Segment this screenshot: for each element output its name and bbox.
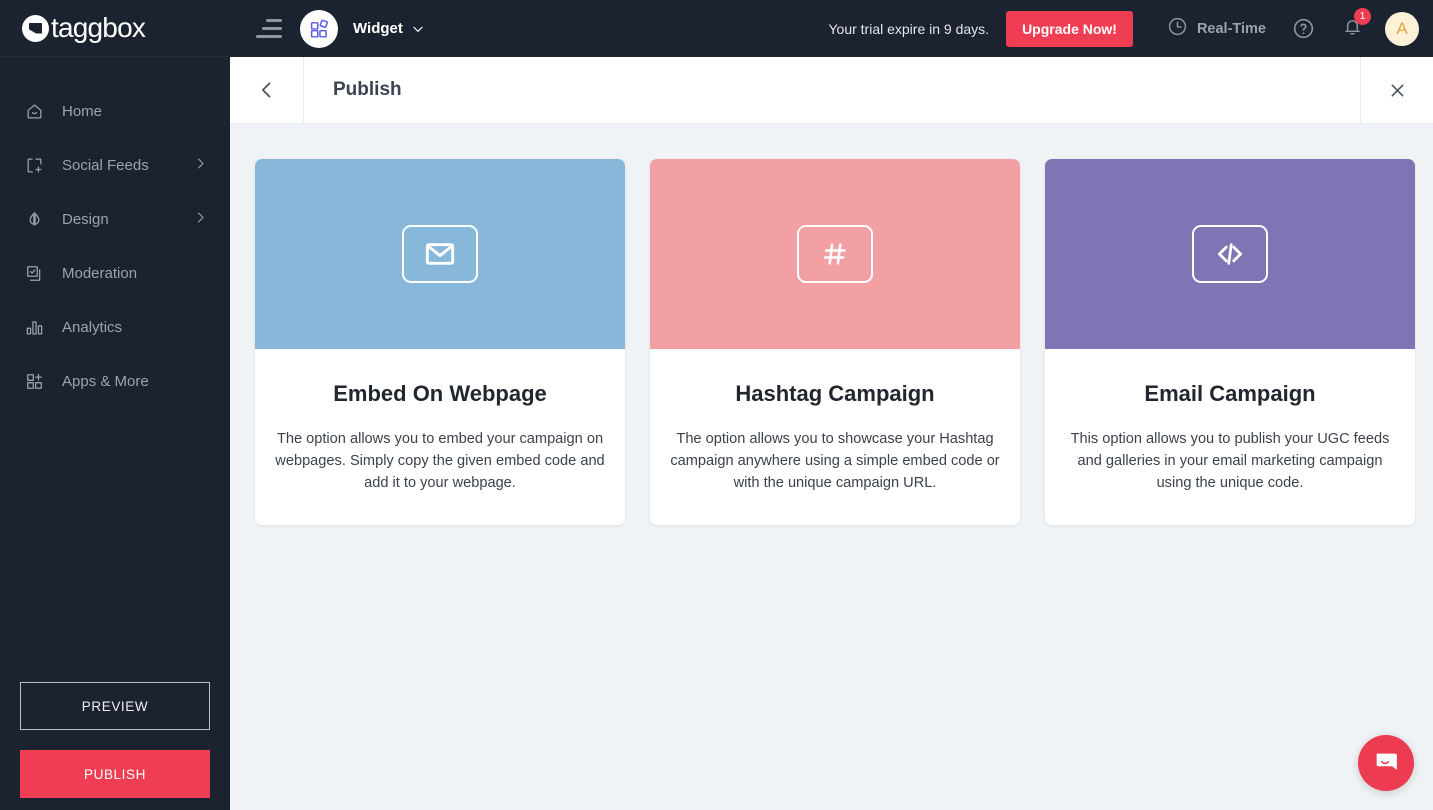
- sidebar-item-analytics[interactable]: Analytics: [0, 300, 230, 354]
- notifications-bell[interactable]: 1: [1342, 16, 1363, 42]
- sidebar-item-label: Social Feeds: [62, 157, 193, 174]
- widget-name: Widget: [353, 20, 403, 37]
- publish-options-list: Embed On Webpage The option allows you t…: [255, 159, 1415, 525]
- sidebar-item-home[interactable]: Home: [0, 84, 230, 138]
- card-title: Hashtag Campaign: [670, 381, 1000, 407]
- topbar: Widget Your trial expire in 9 days. Upgr…: [230, 0, 1433, 57]
- back-button[interactable]: [230, 57, 303, 123]
- publish-option-card[interactable]: Hashtag Campaign The option allows you t…: [650, 159, 1020, 525]
- question-circle-icon[interactable]: [1292, 17, 1315, 40]
- card-body: Embed On Webpage The option allows you t…: [255, 349, 625, 525]
- card-banner: [650, 159, 1020, 349]
- code-brackets-icon: [1192, 225, 1268, 283]
- brand-name: taggbox: [51, 14, 145, 42]
- publish-option-card[interactable]: Embed On Webpage The option allows you t…: [255, 159, 625, 525]
- sidebar-item-label: Analytics: [62, 319, 208, 336]
- card-body: Hashtag Campaign The option allows you t…: [650, 349, 1020, 525]
- card-body: Email Campaign This option allows you to…: [1045, 349, 1415, 525]
- chevron-down-icon: [411, 22, 425, 36]
- sidebar-actions: PREVIEW PUBLISH: [20, 682, 210, 798]
- sidebar-item-design[interactable]: Design: [0, 192, 230, 246]
- hamburger-icon[interactable]: [256, 19, 282, 38]
- sidebar-item-label: Design: [62, 211, 193, 228]
- sidebar-item-apps-and-more[interactable]: Apps & More: [0, 354, 230, 408]
- brand[interactable]: taggbox: [0, 0, 230, 57]
- publish-content: Embed On Webpage The option allows you t…: [230, 124, 1433, 810]
- card-description: The option allows you to embed your camp…: [275, 429, 605, 495]
- home-icon: [22, 99, 46, 123]
- widget-squares-icon: [300, 10, 338, 48]
- card-description: The option allows you to showcase your H…: [670, 429, 1000, 495]
- moderation-check-icon: [22, 261, 46, 285]
- chevron-left-icon: [257, 80, 277, 100]
- droplet-icon: [22, 207, 46, 231]
- upgrade-now-button[interactable]: Upgrade Now!: [1006, 11, 1133, 47]
- card-banner: [255, 159, 625, 349]
- card-banner: [1045, 159, 1415, 349]
- sidebar-item-moderation[interactable]: Moderation: [0, 246, 230, 300]
- add-feed-icon: [22, 153, 46, 177]
- taggbox-logo-icon: [22, 15, 49, 42]
- support-chat-button[interactable]: [1358, 735, 1414, 791]
- real-time-label: Real-Time: [1197, 21, 1266, 37]
- trial-status-text: Your trial expire in 9 days.: [828, 21, 989, 37]
- close-icon: [1388, 81, 1407, 100]
- hashtag-icon: [797, 225, 873, 283]
- widget-switcher[interactable]: Widget: [300, 10, 425, 48]
- chevron-right-icon: [193, 156, 208, 175]
- sidebar-item-label: Moderation: [62, 265, 208, 282]
- publish-button[interactable]: PUBLISH: [20, 750, 210, 798]
- sidebar-item-label: Home: [62, 103, 208, 120]
- card-title: Email Campaign: [1065, 381, 1395, 407]
- sidebar-item-social-feeds[interactable]: Social Feeds: [0, 138, 230, 192]
- apps-grid-plus-icon: [22, 369, 46, 393]
- panel-header: Publish: [230, 57, 1433, 124]
- main-area: Widget Your trial expire in 9 days. Upgr…: [230, 0, 1433, 810]
- real-time-toggle[interactable]: Real-Time: [1158, 16, 1266, 41]
- brand-logo: taggbox: [22, 14, 145, 42]
- card-description: This option allows you to publish your U…: [1065, 429, 1395, 495]
- preview-button[interactable]: PREVIEW: [20, 682, 210, 730]
- chevron-right-icon: [193, 210, 208, 229]
- card-title: Embed On Webpage: [275, 381, 605, 407]
- sidebar-item-label: Apps & More: [62, 373, 208, 390]
- bar-chart-icon: [22, 315, 46, 339]
- clock-icon: [1167, 16, 1188, 41]
- app-root: taggbox Home Social Feeds: [0, 0, 1433, 810]
- envelope-icon: [402, 225, 478, 283]
- chat-bubble-icon: [1372, 749, 1401, 778]
- publish-option-card[interactable]: Email Campaign This option allows you to…: [1045, 159, 1415, 525]
- notification-badge: 1: [1354, 8, 1371, 25]
- sidebar: taggbox Home Social Feeds: [0, 0, 230, 810]
- page-title: Publish: [304, 57, 1360, 123]
- sidebar-nav: Home Social Feeds Design: [0, 84, 230, 408]
- close-button[interactable]: [1361, 57, 1433, 123]
- avatar[interactable]: A: [1385, 12, 1419, 46]
- topbar-right: Your trial expire in 9 days. Upgrade Now…: [828, 11, 1419, 47]
